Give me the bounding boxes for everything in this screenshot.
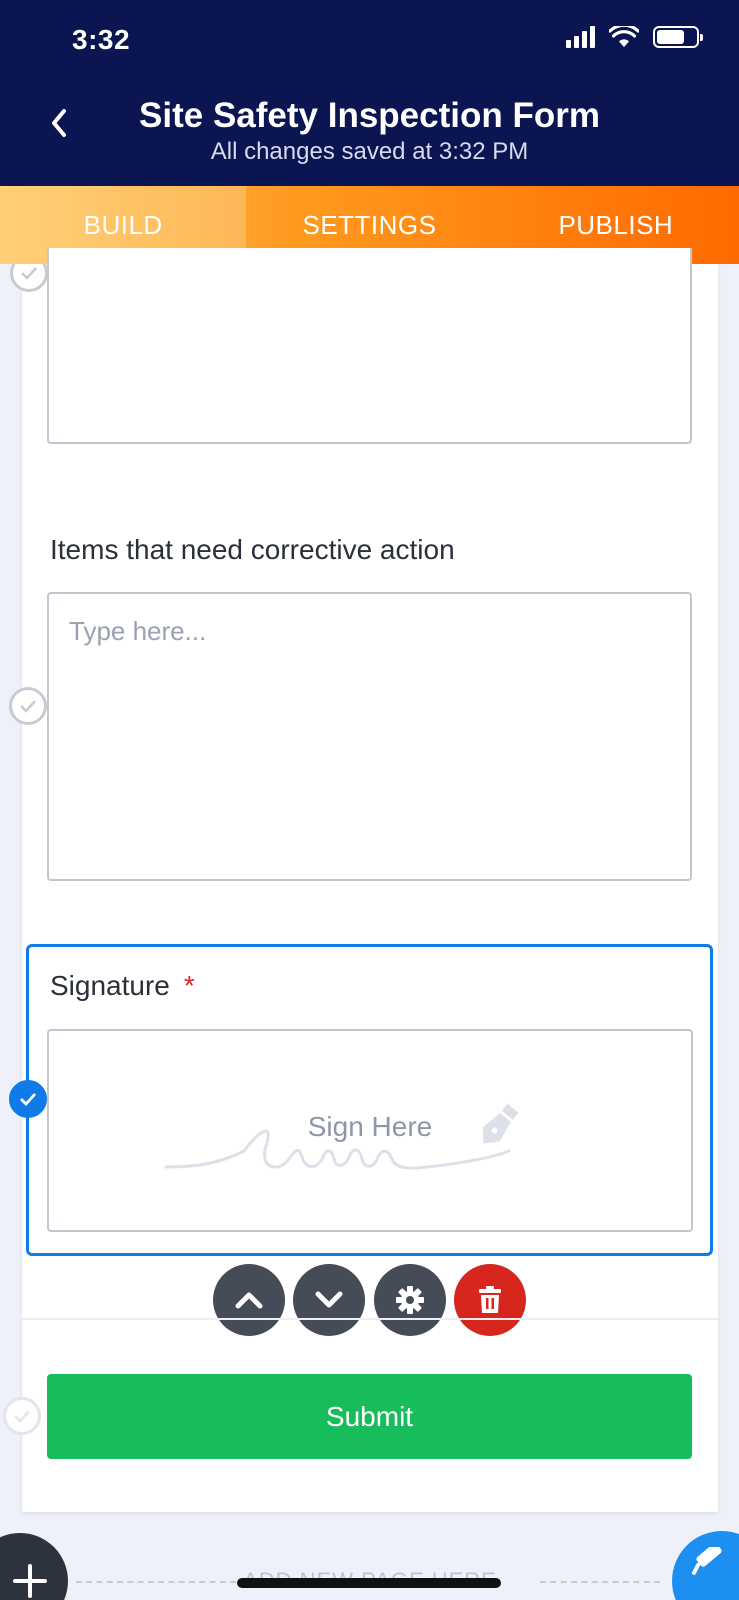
app-header: 3:32 Site Safety Inspection Form All cha… <box>0 0 739 186</box>
trash-icon <box>479 1286 501 1313</box>
save-status: All changes saved at 3:32 PM <box>210 138 529 165</box>
form-card <box>22 264 718 1512</box>
required-marker: * <box>183 970 195 1001</box>
move-down-button[interactable] <box>293 1264 365 1336</box>
wifi-icon <box>609 26 639 47</box>
status-time: 3:32 <box>72 24 131 55</box>
delete-field-button[interactable] <box>454 1264 526 1336</box>
page-title: Site Safety Inspection Form <box>139 96 600 135</box>
paint-roller-icon <box>692 1547 722 1575</box>
signature-label: Signature * <box>50 970 195 1002</box>
chevron-up-icon <box>235 1292 263 1309</box>
field-settings-button[interactable] <box>374 1264 446 1336</box>
move-up-button[interactable] <box>213 1264 285 1336</box>
previous-field-textarea[interactable] <box>47 248 692 444</box>
plus-icon <box>13 1564 47 1598</box>
gear-icon <box>396 1286 424 1314</box>
field-selected-check-icon <box>9 1080 47 1118</box>
battery-icon <box>653 26 703 48</box>
corrective-action-textarea[interactable]: Type here... <box>47 592 692 881</box>
corrective-action-label: Items that need corrective action <box>50 534 455 565</box>
corrective-action-placeholder: Type here... <box>69 616 207 646</box>
submit-button[interactable]: Submit <box>47 1374 692 1459</box>
signature-label-text: Signature <box>50 970 170 1001</box>
signature-scribble-icon <box>164 1103 519 1170</box>
form-designer-button[interactable] <box>672 1531 739 1600</box>
status-icons <box>566 26 703 48</box>
form-divider <box>22 1318 718 1320</box>
add-element-button[interactable] <box>0 1533 68 1600</box>
home-indicator <box>237 1578 501 1588</box>
field-check-icon <box>9 687 47 725</box>
signature-pad[interactable]: Sign Here <box>47 1029 693 1232</box>
field-check-icon <box>3 1397 41 1435</box>
chevron-down-icon <box>315 1291 343 1308</box>
cellular-signal-icon <box>566 26 595 48</box>
